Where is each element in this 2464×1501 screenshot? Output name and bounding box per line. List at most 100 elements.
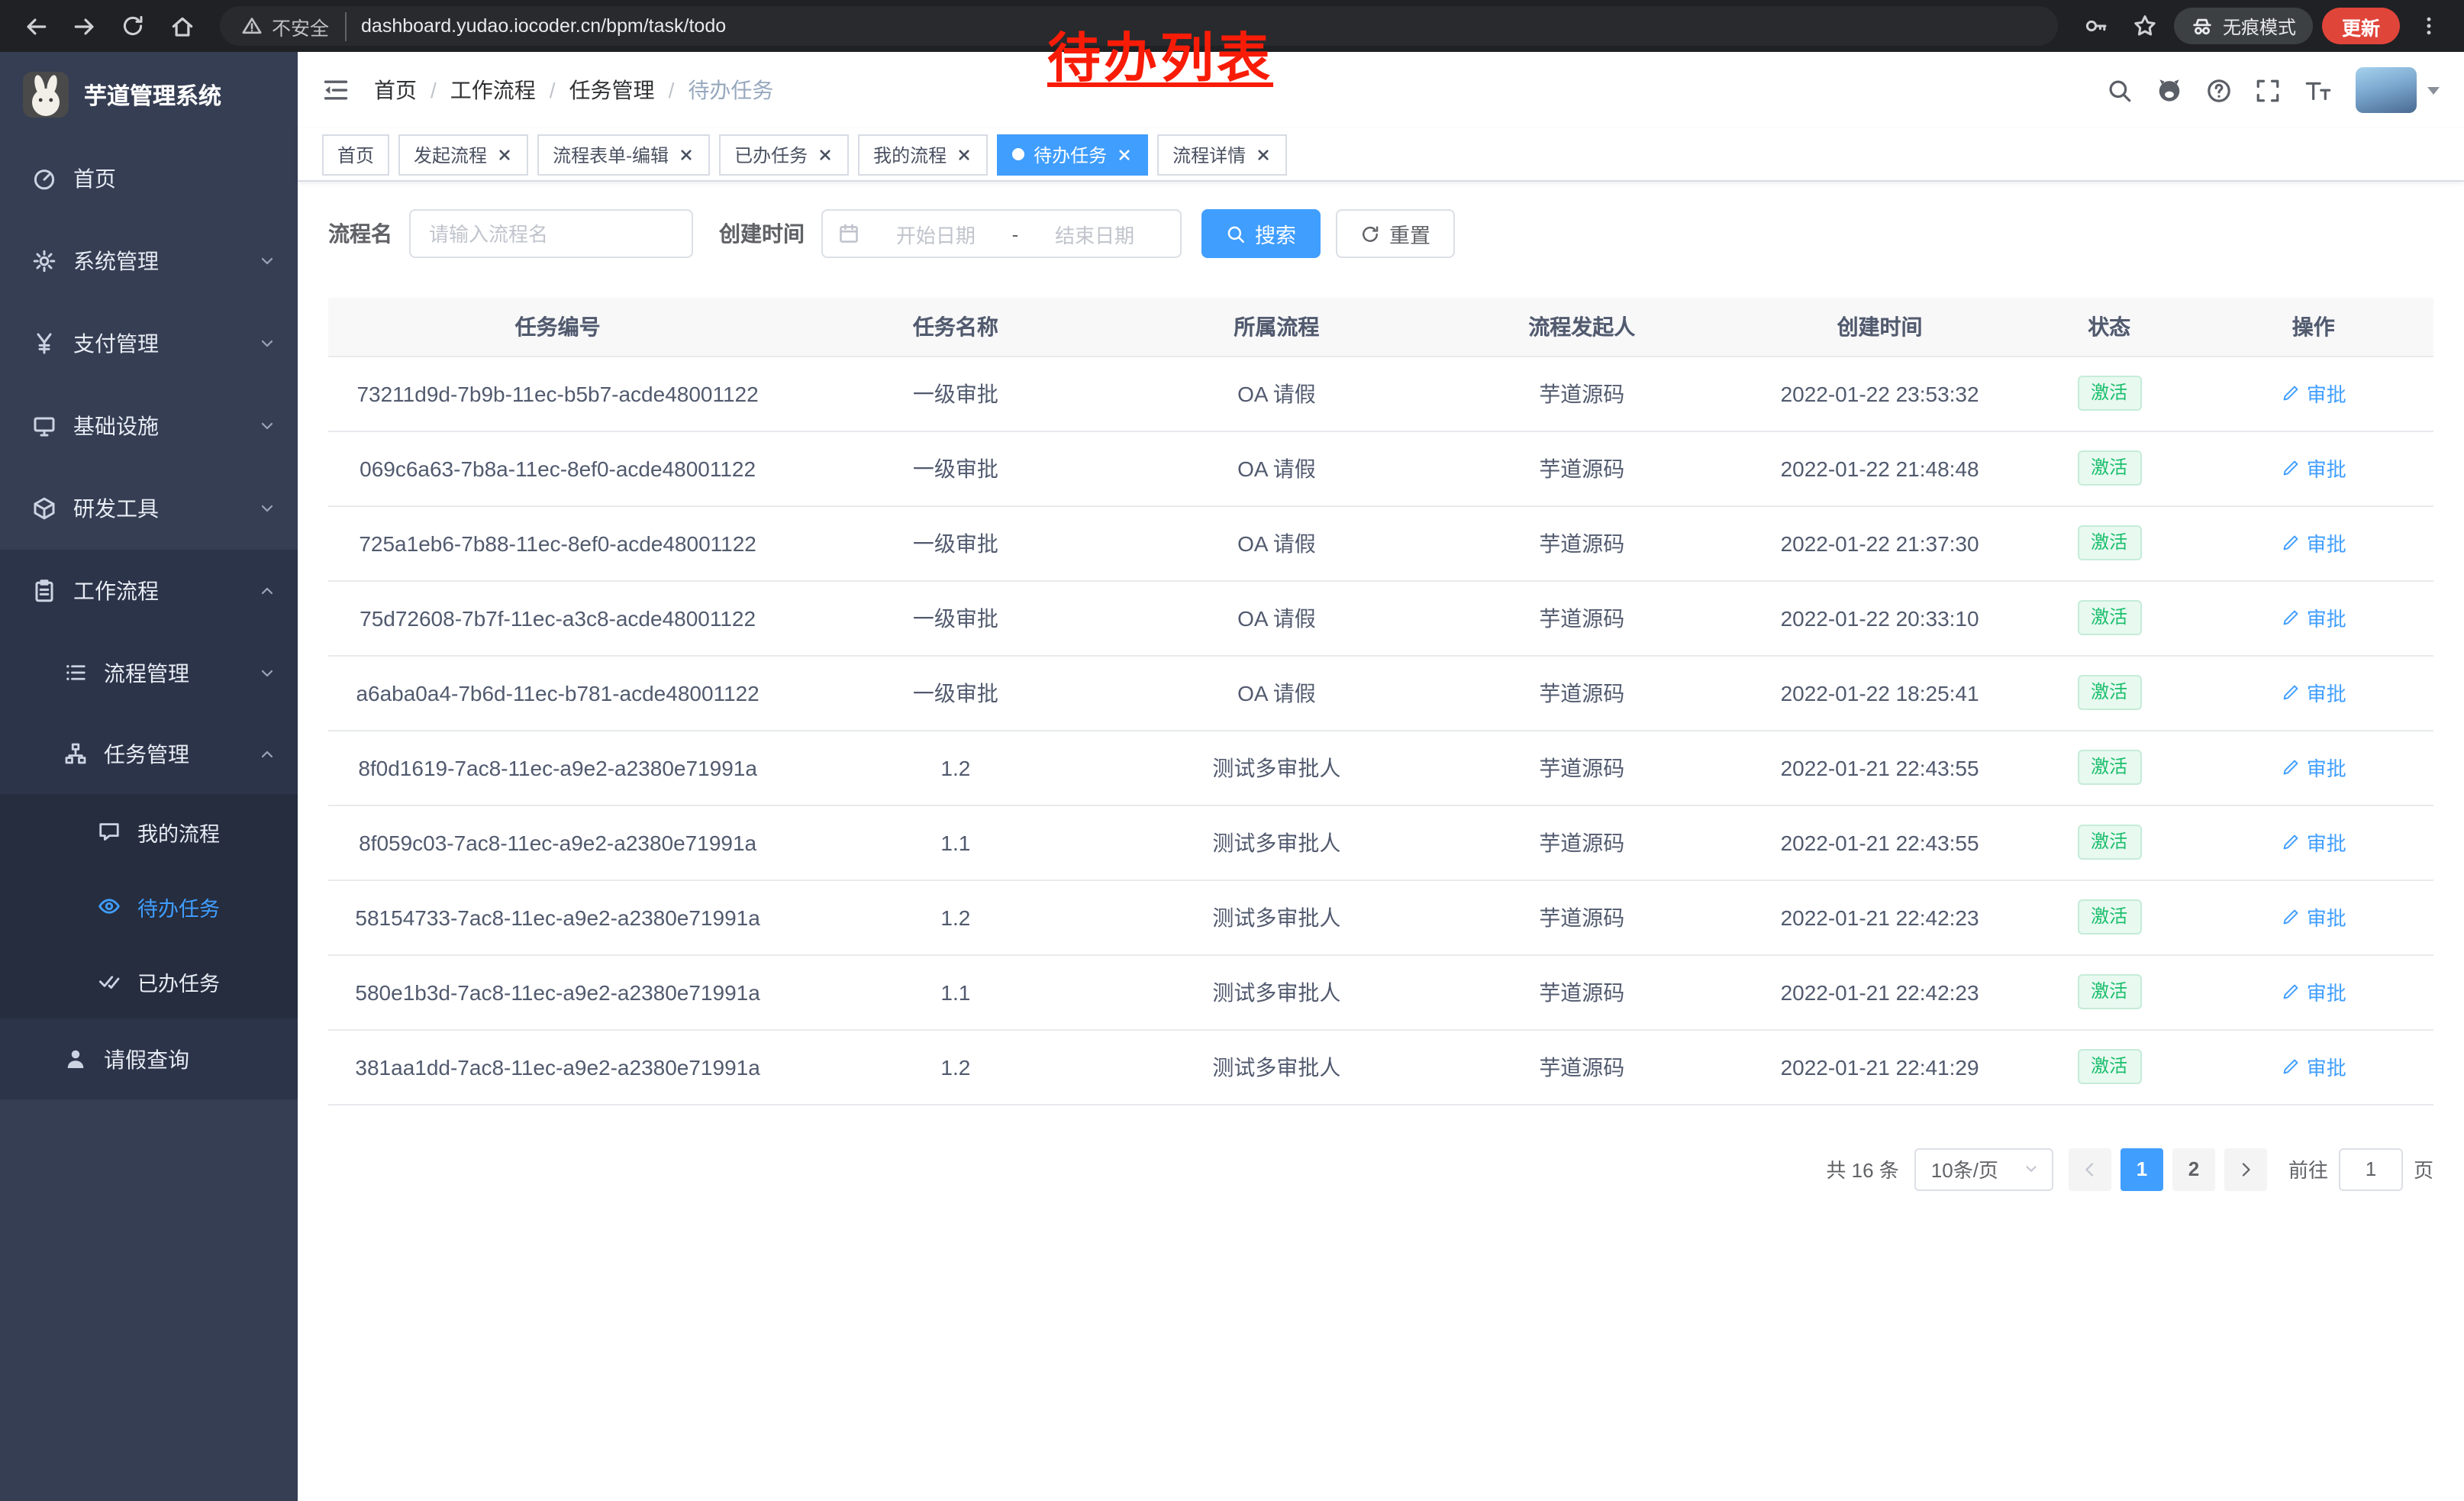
process-name-input[interactable] <box>409 209 693 258</box>
browser-menu-icon[interactable] <box>2409 6 2449 46</box>
avatar[interactable] <box>2356 67 2417 113</box>
cell-task-name: 一级审批 <box>787 431 1124 505</box>
sidebar-item-label: 待办任务 <box>137 891 220 922</box>
home-icon[interactable] <box>162 6 202 46</box>
app-logo <box>23 72 69 118</box>
tab-label: 流程表单-编辑 <box>553 141 669 167</box>
help-icon[interactable] <box>2206 77 2232 103</box>
cell-status: 激活 <box>2025 880 2194 954</box>
top-navbar: 首页/工作流程/任务管理/待办任务 <box>298 52 2464 128</box>
fullscreen-icon[interactable] <box>2255 77 2281 103</box>
sidebar-item-infra[interactable]: 基础设施 <box>0 385 298 467</box>
forward-icon[interactable] <box>64 6 104 46</box>
approve-link[interactable]: 审批 <box>2281 828 2346 857</box>
tab-close-icon[interactable] <box>1116 146 1133 163</box>
breadcrumb-item[interactable]: 任务管理 <box>569 75 655 105</box>
tab-item[interactable]: 首页 <box>322 134 389 175</box>
search-icon[interactable] <box>2107 77 2133 103</box>
sidebar-item-process-mgmt[interactable]: 流程管理 <box>0 632 298 713</box>
approve-link[interactable]: 审批 <box>2281 1052 2346 1081</box>
font-size-icon[interactable] <box>2304 77 2333 103</box>
cell-status: 激活 <box>2025 805 2194 880</box>
reset-button-label: 重置 <box>1389 218 1430 249</box>
tab-item[interactable]: 流程表单-编辑 <box>537 134 710 175</box>
tab-item[interactable]: 发起流程 <box>398 134 528 175</box>
tab-item[interactable]: 流程详情 <box>1157 134 1287 175</box>
chevron-down-icon <box>2023 1160 2040 1177</box>
breadcrumb-item[interactable]: 首页 <box>374 75 417 105</box>
user-menu[interactable] <box>2356 67 2440 113</box>
approve-label: 审批 <box>2307 977 2346 1006</box>
incognito-label: 无痕模式 <box>2223 13 2296 39</box>
approve-link[interactable]: 审批 <box>2281 454 2346 483</box>
sidebar-item-home[interactable]: 首页 <box>0 137 298 220</box>
site-security[interactable]: 不安全 <box>241 11 346 40</box>
cell-task-name: 一级审批 <box>787 655 1124 730</box>
tab-item[interactable]: 我的流程 <box>858 134 988 175</box>
date-range-picker[interactable]: 开始日期 - 结束日期 <box>821 209 1182 258</box>
status-badge: 激活 <box>2077 750 2141 785</box>
sidebar-item-my-process[interactable]: 我的流程 <box>0 794 298 869</box>
approve-link[interactable]: 审批 <box>2281 678 2346 707</box>
sidebar-item-task-mgmt[interactable]: 任务管理 <box>0 713 298 794</box>
page-button-1[interactable]: 1 <box>2121 1148 2163 1190</box>
page-button-2[interactable]: 2 <box>2172 1148 2215 1190</box>
tab-close-icon[interactable] <box>496 146 513 163</box>
approve-link[interactable]: 审批 <box>2281 977 2346 1006</box>
cell-create-time: 2022-01-21 22:41:29 <box>1734 1029 2025 1104</box>
tab-close-icon[interactable] <box>678 146 695 163</box>
sidebar-item-label: 首页 <box>73 163 116 194</box>
approve-link[interactable]: 审批 <box>2281 379 2346 408</box>
goto-page-input[interactable] <box>2339 1148 2403 1190</box>
eye-icon <box>95 895 122 918</box>
bookmark-star-icon[interactable] <box>2125 6 2165 46</box>
tab-close-icon[interactable] <box>956 146 972 163</box>
sidebar-item-done-tasks[interactable]: 已办任务 <box>0 944 298 1018</box>
table-body: 73211d9d-7b9b-11ec-b5b7-acde48001122 一级审… <box>328 356 2433 1104</box>
tab-close-icon[interactable] <box>817 146 834 163</box>
refresh-icon[interactable] <box>113 6 153 46</box>
approve-link[interactable]: 审批 <box>2281 902 2346 931</box>
menu-fold-icon[interactable] <box>322 76 350 104</box>
reset-button[interactable]: 重置 <box>1336 209 1455 258</box>
cell-action: 审批 <box>2194 954 2434 1029</box>
sidebar-item-devtools[interactable]: 研发工具 <box>0 467 298 550</box>
github-icon[interactable] <box>2156 76 2183 104</box>
cell-status: 激活 <box>2025 730 2194 805</box>
update-button[interactable]: 更新 <box>2322 8 2400 44</box>
sidebar-item-todo-tasks[interactable]: 待办任务 <box>0 869 298 944</box>
approve-link[interactable]: 审批 <box>2281 753 2346 782</box>
pager-group: 12 <box>2069 1148 2267 1190</box>
chevron-down-icon <box>258 499 276 518</box>
sidebar-item-label: 支付管理 <box>73 328 159 359</box>
key-icon[interactable] <box>2076 6 2116 46</box>
cell-action: 审批 <box>2194 655 2434 730</box>
cell-create-time: 2022-01-21 22:43:55 <box>1734 730 2025 805</box>
sidebar-item-system[interactable]: 系统管理 <box>0 220 298 302</box>
page-size-select[interactable]: 10条/页 <box>1914 1148 2053 1190</box>
sidebar-item-leave-query[interactable]: 请假查询 <box>0 1018 298 1099</box>
process-name-label: 流程名 <box>328 218 392 249</box>
app-logo-row[interactable]: 芋道管理系统 <box>0 52 298 137</box>
cell-process: 测试多审批人 <box>1124 805 1429 880</box>
sidebar-item-label: 我的流程 <box>137 816 220 847</box>
prev-page-button[interactable] <box>2069 1148 2111 1190</box>
sidebar-item-label: 工作流程 <box>73 576 159 606</box>
cell-status: 激活 <box>2025 954 2194 1029</box>
next-page-button[interactable] <box>2224 1148 2267 1190</box>
chat-bubble-icon <box>95 820 122 843</box>
edit-pencil-icon <box>2281 458 2301 478</box>
approve-link[interactable]: 审批 <box>2281 528 2346 557</box>
double-check-icon <box>95 970 122 993</box>
search-button[interactable]: 搜索 <box>1201 209 1321 258</box>
sidebar-item-payment[interactable]: 支付管理 <box>0 302 298 385</box>
cell-process: 测试多审批人 <box>1124 880 1429 954</box>
sidebar-item-workflow[interactable]: 工作流程 <box>0 550 298 632</box>
back-icon[interactable] <box>15 6 55 46</box>
approve-link[interactable]: 审批 <box>2281 603 2346 632</box>
tab-close-icon[interactable] <box>1255 146 1272 163</box>
tab-item[interactable]: 已办任务 <box>719 134 849 175</box>
chevron-up-icon <box>258 744 276 763</box>
breadcrumb-item[interactable]: 工作流程 <box>450 75 536 105</box>
tab-item-active[interactable]: 待办任务 <box>997 134 1148 175</box>
